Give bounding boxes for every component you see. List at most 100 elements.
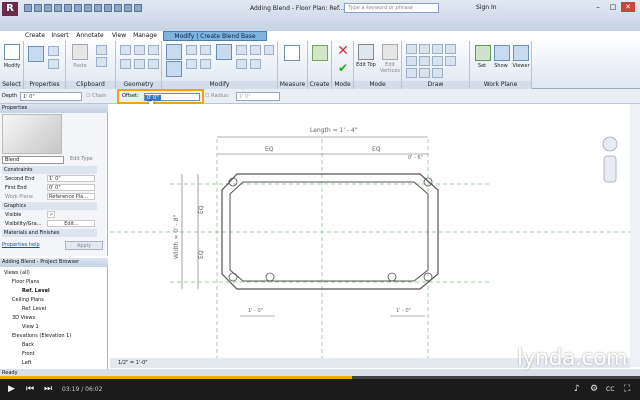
browser-item-back[interactable]: Back xyxy=(22,342,34,348)
sign-in-button[interactable]: Sign In xyxy=(476,4,497,11)
chain-checkbox[interactable]: ☐ Chain xyxy=(86,93,106,99)
measure-icon[interactable] xyxy=(74,4,82,12)
browser-item-elevations[interactable]: Elevations (Elevation 1) xyxy=(12,333,71,339)
first-end-field[interactable]: 0' 0" xyxy=(47,184,95,191)
blend-boundary[interactable] xyxy=(221,173,439,290)
length-dimension-label[interactable]: Length = 1' - 4" xyxy=(310,127,358,134)
copy-icon[interactable] xyxy=(96,57,107,67)
edit-vertices-icon[interactable] xyxy=(382,44,398,60)
skip-forward-icon[interactable]: ⏭ xyxy=(44,384,52,394)
tab-insert[interactable]: Insert xyxy=(50,31,70,41)
start-end-arc-icon[interactable] xyxy=(419,56,430,66)
depth-field[interactable]: 1' 0" xyxy=(20,92,82,101)
properties-help-link[interactable]: Properties help xyxy=(2,242,40,248)
browser-item-ceiling-plans[interactable]: Ceiling Plans xyxy=(12,297,44,303)
mirror-axis-icon[interactable] xyxy=(200,45,211,55)
fullscreen-icon[interactable]: ⛶ xyxy=(624,384,630,394)
type-selector[interactable]: Blend xyxy=(2,156,64,164)
radius-field[interactable]: 1' 0" xyxy=(236,92,280,101)
browser-item-ref-level-ceiling[interactable]: Ref. Level xyxy=(22,306,46,312)
finish-edit-icon[interactable]: ✔ xyxy=(334,61,352,75)
skip-back-icon[interactable]: ⏮ xyxy=(26,384,34,394)
fillet-arc-icon[interactable] xyxy=(406,68,417,78)
copy-element-icon[interactable] xyxy=(186,59,197,69)
properties-icon[interactable] xyxy=(28,46,44,62)
inscribed-polygon-icon[interactable] xyxy=(432,44,443,54)
circle-icon[interactable] xyxy=(406,56,417,66)
blend-offset-boundary[interactable] xyxy=(229,181,429,282)
drawing-canvas[interactable]: Length = 1' - 4" EQ EQ 0' - 6" Width = 0… xyxy=(110,104,630,367)
browser-item-3d-views[interactable]: 3D Views xyxy=(12,315,35,321)
maximize-icon[interactable]: □ xyxy=(606,2,620,12)
close-icon[interactable]: ✕ xyxy=(621,2,635,12)
unjoin-icon[interactable] xyxy=(148,59,159,69)
apply-button[interactable]: Apply xyxy=(65,241,103,250)
vertex-handle[interactable] xyxy=(387,272,397,282)
cancel-edit-icon[interactable]: ✕ xyxy=(334,43,352,59)
tab-annotate[interactable]: Annotate xyxy=(75,31,105,41)
visible-checkbox[interactable]: ✓ xyxy=(47,211,55,218)
vertical-scrollbar[interactable] xyxy=(630,104,640,367)
viewer-icon[interactable] xyxy=(513,45,529,61)
line-icon[interactable] xyxy=(406,44,417,54)
pin-icon[interactable] xyxy=(250,59,261,69)
thin-lines-icon[interactable] xyxy=(124,4,132,12)
cut-geometry-icon[interactable] xyxy=(134,45,145,55)
spline-icon[interactable] xyxy=(419,68,430,78)
cope-icon[interactable] xyxy=(120,45,131,55)
width-dimension-label[interactable]: Width = 0' - 8" xyxy=(173,214,180,259)
vertex-handle[interactable] xyxy=(265,272,275,282)
tab-modify-blend[interactable]: Modify | Create Blend Base Boundary xyxy=(163,31,267,50)
array-icon[interactable] xyxy=(236,59,247,69)
captions-icon[interactable]: CC xyxy=(606,386,614,393)
family-types-icon[interactable] xyxy=(48,46,59,56)
constraints-section[interactable]: Constraints xyxy=(2,166,97,174)
cut-icon[interactable] xyxy=(96,45,107,55)
rotate-icon[interactable] xyxy=(200,59,211,69)
show-work-plane-icon[interactable] xyxy=(494,45,510,61)
graphics-section[interactable]: Graphics xyxy=(2,202,97,210)
radius-checkbox[interactable]: ☐ Radius: xyxy=(205,93,230,99)
open-icon[interactable] xyxy=(24,4,32,12)
set-work-plane-icon[interactable] xyxy=(475,45,491,61)
move-icon[interactable] xyxy=(166,61,182,77)
rectangle-icon[interactable] xyxy=(419,44,430,54)
edit-type-button[interactable]: Edit Type xyxy=(70,156,93,162)
materials-section[interactable]: Materials and Finishes xyxy=(2,229,97,237)
redo-icon[interactable] xyxy=(54,4,62,12)
visibility-edit-button[interactable]: Edit... xyxy=(47,220,95,227)
volume-icon[interactable]: ♪ xyxy=(574,384,580,394)
split-icon[interactable] xyxy=(236,45,247,55)
browser-item-front[interactable]: Front xyxy=(22,351,35,357)
tab-manage[interactable]: Manage xyxy=(133,31,157,41)
create-similar-icon[interactable] xyxy=(312,45,328,61)
browser-item-left[interactable]: Left xyxy=(22,360,31,366)
print-icon[interactable] xyxy=(64,4,72,12)
settings-icon[interactable]: ⚙ xyxy=(590,384,598,394)
tag-icon[interactable] xyxy=(84,4,92,12)
offset-icon[interactable] xyxy=(186,45,197,55)
circumscribed-polygon-icon[interactable] xyxy=(445,44,456,54)
navigation-bar[interactable] xyxy=(603,155,617,183)
text-icon[interactable] xyxy=(94,4,102,12)
tab-create[interactable]: Create xyxy=(24,31,46,41)
save-icon[interactable] xyxy=(34,4,42,12)
modify-arrow-icon[interactable] xyxy=(4,44,20,60)
pick-lines-icon[interactable] xyxy=(432,68,443,78)
app-logo[interactable]: R xyxy=(2,2,18,16)
tangent-arc-icon[interactable] xyxy=(445,56,456,66)
edit-top-icon[interactable] xyxy=(358,44,374,60)
view-scale[interactable]: 1/2" = 1'-0" xyxy=(118,360,148,366)
browser-item-views[interactable]: Views (all) xyxy=(4,270,30,276)
align-icon[interactable] xyxy=(166,44,182,60)
measure-tool-icon[interactable] xyxy=(284,45,300,61)
minimize-icon[interactable]: – xyxy=(591,2,605,12)
steering-wheel-icon[interactable] xyxy=(602,136,618,152)
scale-icon[interactable] xyxy=(250,45,261,55)
close-views-icon[interactable] xyxy=(134,4,142,12)
uncope-icon[interactable] xyxy=(120,59,131,69)
type-properties-icon[interactable] xyxy=(48,59,59,69)
section-icon[interactable] xyxy=(114,4,122,12)
browser-item-view-1[interactable]: View 1 xyxy=(22,324,39,330)
uncut-icon[interactable] xyxy=(134,59,145,69)
